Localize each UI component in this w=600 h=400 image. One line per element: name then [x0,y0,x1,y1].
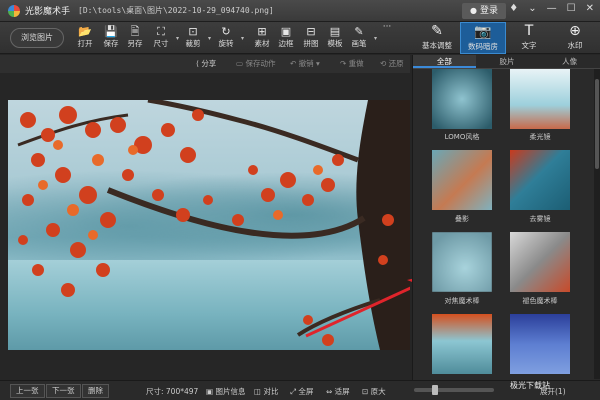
zoom-slider[interactable] [414,385,494,395]
tab-portrait[interactable]: 人像 [538,55,600,68]
edit-icon: ✎ [431,23,443,39]
restore-icon: ⟲ [380,59,389,68]
image-info-button[interactable]: ▣ 图片信息 [206,386,245,397]
undo-button[interactable]: ↶ 撤销 ▾ [290,58,320,69]
watermark-text: 极光下载站 [510,381,550,390]
redo-icon: ↷ [340,59,349,68]
panel-scrollbar[interactable] [594,69,600,379]
effect-thumb-focus-wand[interactable] [432,232,492,292]
action-bar: ⟨ 分享 ▭ 保存动作 ↶ 撤销 ▾ ↷ 重做 ⟲ 还原 [0,55,410,73]
text-icon: T [524,23,534,39]
right-tabs: ✎ 基本调整 📷 数码暗房 T 文字 ⊕ 水印 [412,0,600,54]
save-icon: 💾 [104,25,118,38]
resize-button[interactable]: ⛶ 尺寸 ▾ [148,25,180,51]
tab-text[interactable]: T 文字 [506,22,552,54]
scrollbar-thumb[interactable] [595,79,599,169]
effect-label: LOMO风格 [444,133,480,141]
original-size-button[interactable]: ⊡ 原大 [362,386,386,397]
effect-label: 柔光镜 [529,133,551,141]
browse-images-button[interactable]: 浏览图片 [10,28,64,48]
effect-thumb-7[interactable] [432,314,492,374]
undo-icon: ↶ [290,59,299,68]
effect-label: 褪色魔术棒 [522,297,558,305]
effect-label: 对焦魔术棒 [444,297,480,305]
tab-watermark[interactable]: ⊕ 水印 [552,22,598,54]
watermark-icon: ⊕ [569,23,581,39]
border-icon: ▣ [280,25,292,38]
border-button[interactable]: ▣ 边框 [273,25,299,51]
chevron-down-icon[interactable]: ▾ [208,35,211,42]
effect-label: 去雾镜 [529,215,551,223]
tab-all[interactable]: 全部 [413,55,476,68]
template-button[interactable]: ▤ 模板 [322,25,348,51]
fit-screen-button[interactable]: ⇔ 适屏 [326,386,350,397]
brush-button[interactable]: ✎ 画笔 ▾ [346,25,378,51]
effect-thumb-soft-light[interactable] [510,69,570,129]
effect-thumb-dehaze[interactable] [510,150,570,210]
effects-tabs: 全部 胶片 人像 [413,55,600,69]
app-name: 光影魔术手 [25,7,71,17]
tab-basic-adjust[interactable]: ✎ 基本调整 [414,22,460,54]
effect-thumb-8[interactable] [510,314,570,374]
prev-image-button[interactable]: 上一张 [10,384,45,398]
next-image-button[interactable]: 下一张 [46,384,81,398]
zoom-slider-handle[interactable] [432,385,438,395]
crop-button[interactable]: ⊡ 裁剪 ▾ [180,25,212,51]
crop-icon: ⊡ [188,25,198,38]
tab-film[interactable]: 胶片 [476,55,539,68]
template-icon: ▤ [329,25,341,38]
fullscreen-button[interactable]: ⤢ 全屏 [290,386,313,397]
collage-button[interactable]: ⊟ 拼图 [298,25,324,51]
save-button[interactable]: 💾 保存 [98,25,124,51]
effect-thumb-fade-wand[interactable] [510,232,570,292]
share-button[interactable]: ⟨ 分享 [196,58,216,69]
tab-digital-darkroom[interactable]: 📷 数码暗房 [460,22,506,54]
photo-tree-branches [17,100,410,350]
chevron-down-icon[interactable]: ▾ [241,35,244,42]
delete-button[interactable]: 删除 [82,384,109,398]
effect-thumb-lomo[interactable] [432,69,492,129]
rotate-icon: ↻ [221,25,231,38]
save-action-button[interactable]: ▭ 保存动作 [236,58,275,69]
fit-icon: ⇔ [326,387,335,396]
material-icon: ⊞ [257,25,267,38]
resize-icon: ⛶ [157,25,165,38]
image-size-info: 尺寸: 700*497 [146,387,199,396]
restore-button[interactable]: ⟲ 还原 [380,58,404,69]
open-button[interactable]: 📂 打开 [72,25,98,51]
chevron-down-icon[interactable]: ▾ [176,35,179,42]
more-tools-button[interactable]: ··· [374,22,400,48]
collage-icon: ⊟ [306,25,316,38]
original-icon: ⊡ [362,387,371,396]
save-as-button[interactable]: 🗎 另存 [122,25,148,51]
material-button[interactable]: ⊞ 素材 [249,25,275,51]
effect-label: 叠影 [455,215,469,223]
folder-icon: 📂 [78,25,92,38]
camera-icon: 📷 [474,24,492,40]
app-logo-icon [8,4,20,17]
rotate-button[interactable]: ↻ 旋转 ▾ [213,25,245,51]
image-canvas[interactable] [8,100,410,350]
effects-panel: 全部 胶片 人像 LOMO风格 柔光镜 叠影 去雾镜 对焦魔术棒 褪色魔术棒 [412,55,600,380]
effect-thumb-double-exposure[interactable] [432,150,492,210]
save-as-icon: 🗎 [130,25,140,38]
compare-button[interactable]: ◫ 对比 [254,386,278,397]
redo-button[interactable]: ↷ 重做 [340,58,364,69]
file-path: [D:\tools\桌面\图片\2022-10-29_094740.png] [78,6,274,15]
app-window: 光影魔术手 [D:\tools\桌面\图片\2022-10-29_094740.… [0,0,600,400]
brush-icon: ✎ [354,25,364,38]
